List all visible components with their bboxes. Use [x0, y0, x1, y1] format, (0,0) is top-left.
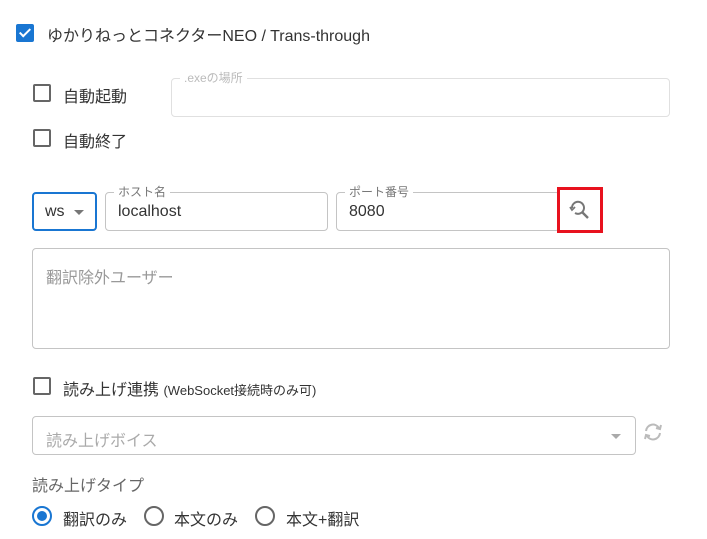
port-label: ポート番号: [345, 185, 414, 199]
radio-translation-only[interactable]: [32, 506, 52, 526]
auto-start-checkbox[interactable]: [33, 84, 51, 102]
chevron-down-icon: [74, 210, 84, 215]
host-value: localhost: [118, 203, 182, 220]
read-type-label: 読み上げタイプ: [32, 478, 145, 495]
excluded-users-textarea[interactable]: 翻訳除外ユーザー: [32, 248, 670, 349]
connector-label: ゆかりねっとコネクターNEO / Trans-through: [47, 28, 370, 45]
tts-link-text: 読み上げ連携: [63, 382, 160, 399]
host-label: ホスト名: [114, 185, 171, 199]
port-field[interactable]: ポート番号 8080: [336, 185, 560, 231]
chevron-down-icon: [611, 434, 621, 439]
exe-path-field[interactable]: .exeの場所: [171, 71, 670, 117]
radio-text-and-translation-label: 本文+翻訳: [286, 512, 360, 529]
search-refresh-icon: [569, 200, 589, 219]
tts-link-checkbox[interactable]: [33, 377, 51, 395]
port-value: 8080: [349, 203, 385, 220]
exe-path-label: .exeの場所: [180, 71, 247, 85]
radio-text-only-label: 本文のみ: [174, 512, 239, 529]
tts-link-note: (WebSocket接続時のみ可): [163, 383, 317, 398]
connector-checkbox[interactable]: [16, 24, 34, 42]
protocol-value: ws: [45, 203, 65, 220]
auto-exit-label: 自動終了: [63, 134, 128, 151]
voice-select[interactable]: 読み上げボイス: [32, 416, 636, 455]
search-button[interactable]: [557, 187, 603, 233]
host-field[interactable]: ホスト名 localhost: [105, 185, 328, 231]
auto-start-label: 自動起動: [63, 89, 128, 106]
excluded-users-placeholder: 翻訳除外ユーザー: [46, 270, 174, 287]
radio-text-and-translation[interactable]: [255, 506, 275, 526]
tts-link-label: 読み上げ連携 (WebSocket接続時のみ可): [63, 376, 316, 400]
auto-exit-checkbox[interactable]: [33, 129, 51, 147]
protocol-select[interactable]: ws: [32, 192, 97, 231]
radio-text-only[interactable]: [144, 506, 164, 526]
radio-translation-only-label: 翻訳のみ: [63, 512, 128, 529]
refresh-icon[interactable]: [642, 421, 664, 443]
voice-placeholder: 読み上げボイス: [46, 433, 158, 450]
